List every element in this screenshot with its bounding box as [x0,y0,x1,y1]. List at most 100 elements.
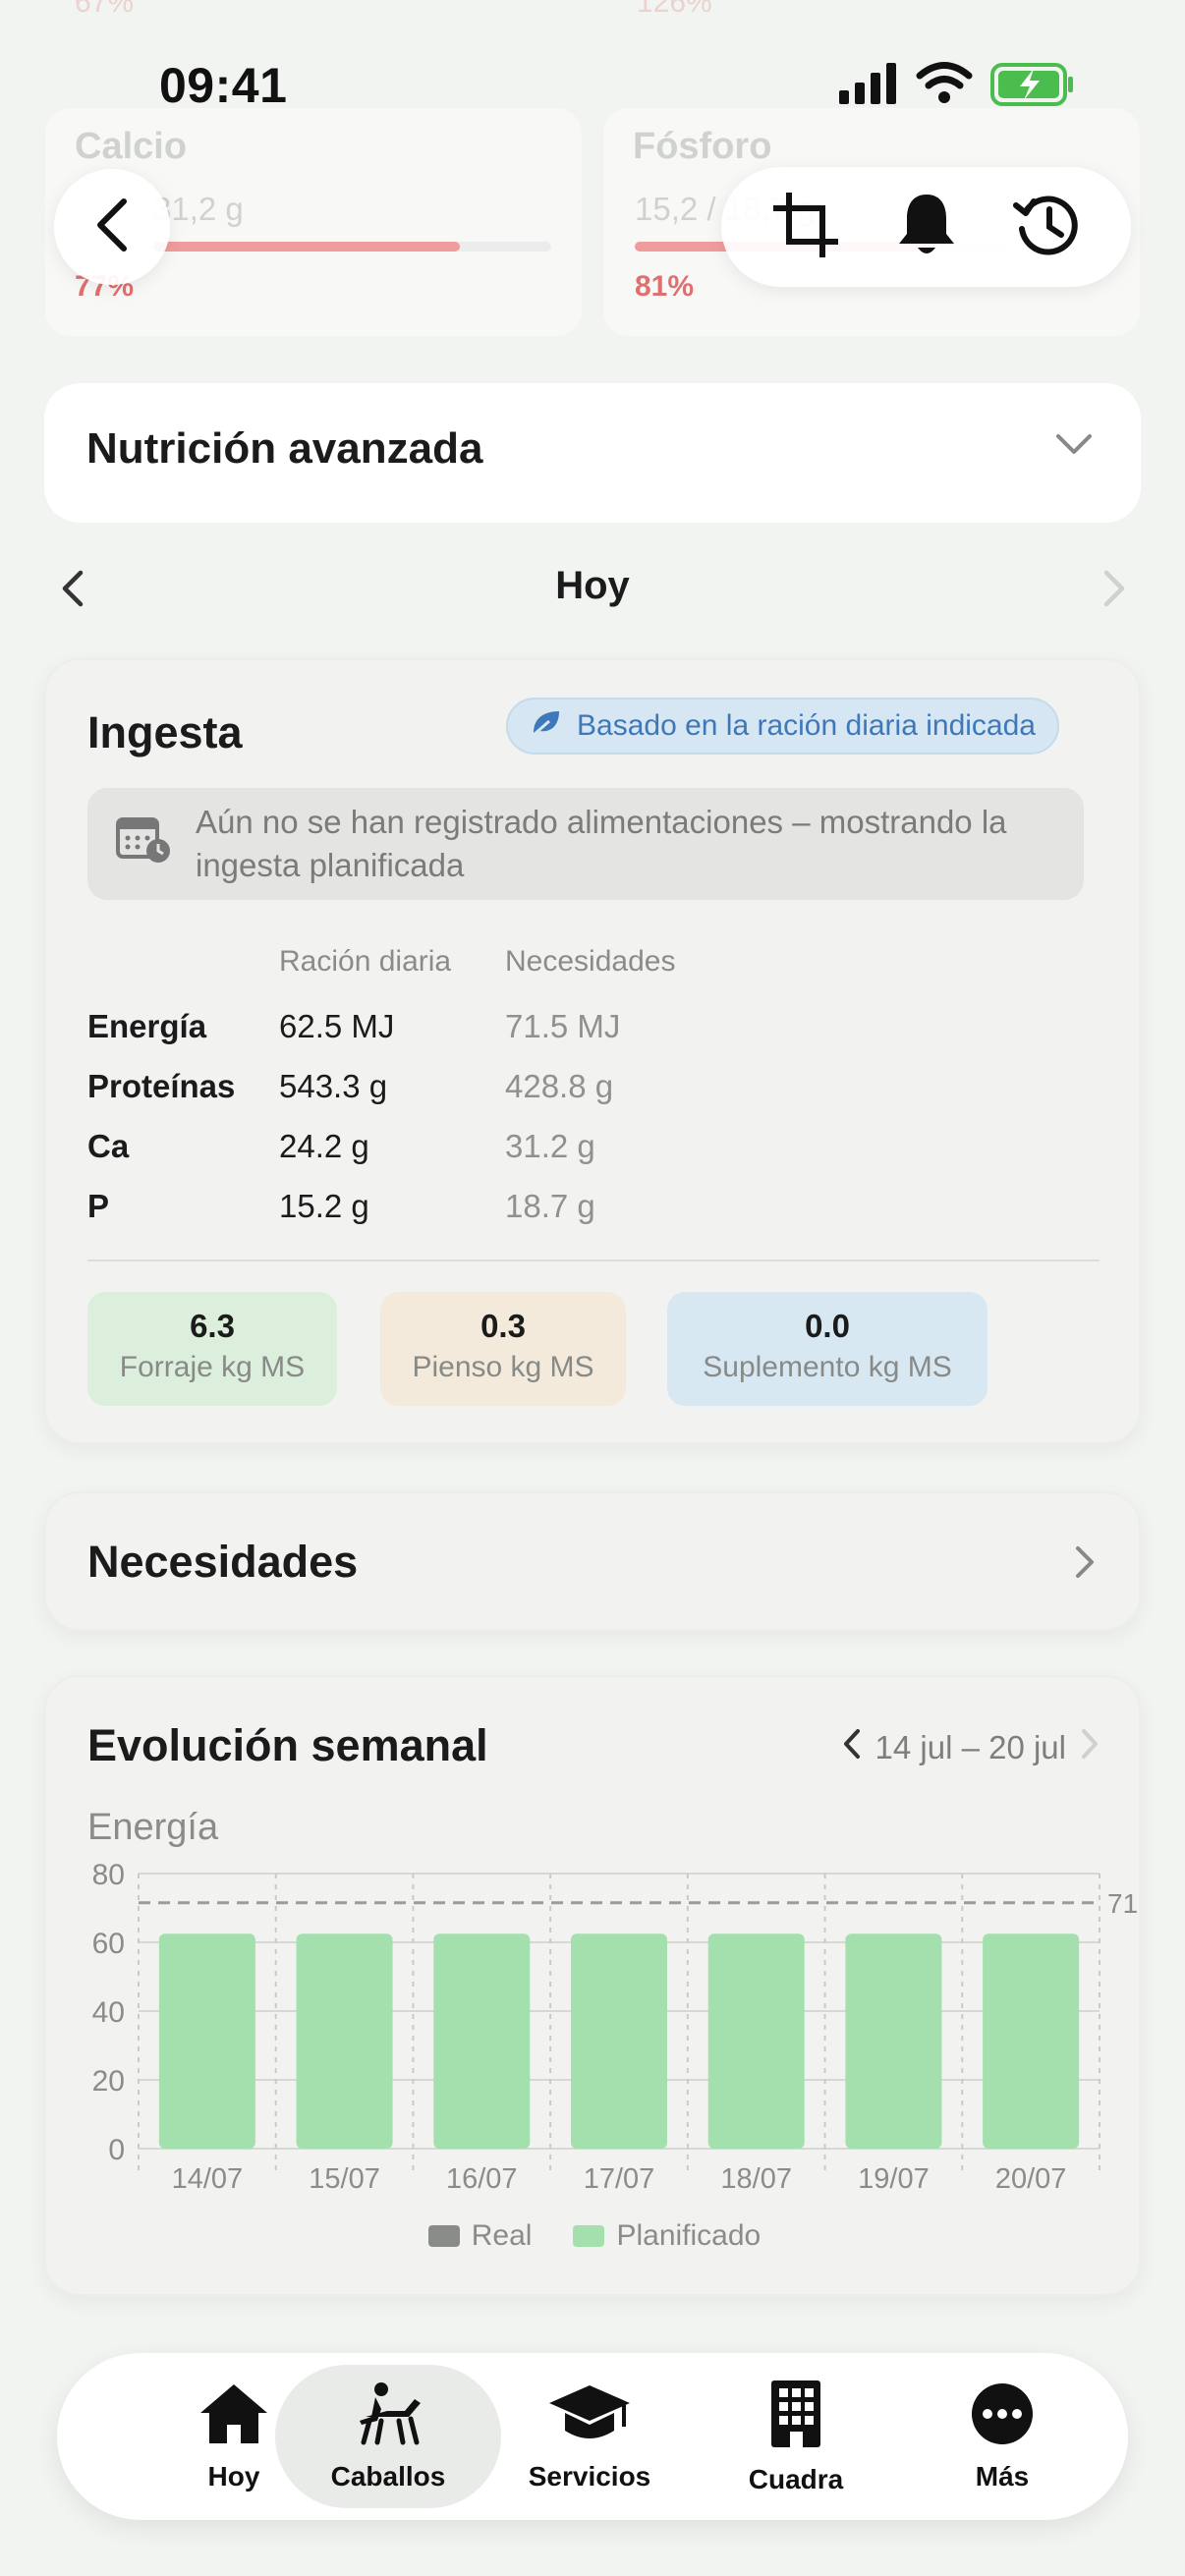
tab-cuadra[interactable]: Cuadra [698,2365,894,2508]
bar-planned [845,1933,942,2149]
row-ration: 543.3 g [279,1068,388,1104]
weekly-card: Evolución semanal 14 jul – 20 jul Energí… [44,1675,1141,2296]
needs-title: Necesidades [87,1537,359,1587]
bar-planned [296,1933,393,2149]
energy-chart: 0 20 40 60 80 14/07 15/07 16/07 17/07 18/07 19/07 2… [92,1859,1139,2195]
intake-title: Ingesta [87,707,243,757]
x-tick-label: 14/07 [172,2163,244,2195]
no-records-notice: Aún no se han registrado alimentaciones … [87,788,1084,900]
chevron-right-icon [1102,570,1126,611]
week-range: 14 jul – 20 jul [842,1728,1100,1767]
notifications-button[interactable] [884,185,969,269]
chevron-down-icon [1054,432,1094,463]
crop-button[interactable] [763,185,848,269]
advanced-nutrition-card[interactable]: Nutrición avanzada [44,383,1141,523]
bar-planned [707,1933,805,2149]
bar-planned [983,1933,1080,2149]
intake-card: Ingesta Basado en la ración diaria indic… [44,658,1141,1444]
chart-legend: Real Planificado [46,2219,1143,2253]
needs-card[interactable]: Necesidades [44,1491,1141,1631]
signal-icon [837,63,898,109]
mineral-name: Calcio [75,126,188,167]
more-icon [970,2381,1035,2451]
chip-label: Forraje kg MS [119,1351,306,1383]
chip-label: Pienso kg MS [412,1351,594,1383]
row-label: Energía [87,1008,207,1044]
x-tick-label: 18/07 [720,2163,792,2195]
legend-label: Real [471,2219,533,2252]
tab-caballos[interactable]: Caballos [275,2365,501,2508]
x-tick-label: 15/07 [309,2163,380,2195]
row-ration: 24.2 g [279,1128,369,1164]
battery-icon [990,63,1075,111]
row-ration: 62.5 MJ [279,1008,395,1044]
wifi-icon [916,61,973,109]
row-label: Proteínas [87,1068,236,1104]
legend-swatch [573,2225,605,2247]
feed-chip: 0.3 Pienso kg MS [380,1292,626,1406]
table-row: Ca 24.2 g 31.2 g [87,1117,874,1176]
building-icon [765,2379,826,2454]
chip-value: 0.0 [805,1308,850,1344]
legend-item: Real [427,2219,533,2253]
weekly-title: Evolución semanal [87,1720,488,1770]
next-day-button[interactable] [1102,570,1126,612]
forage-chip: 6.3 Forraje kg MS [87,1292,337,1406]
chart-title: Energía [87,1807,219,1848]
bar-planned [158,1933,255,2149]
horse-rider-icon [352,2381,424,2451]
row-label: P [87,1188,110,1224]
bar-planned [433,1933,531,2149]
ration-badge: Basado en la ración diaria indicada [506,698,1059,755]
mineral-percent: 81% [635,270,695,303]
column-header-needs: Necesidades [505,945,676,978]
tab-label: Caballos [330,2460,446,2492]
tab-label: Servicios [528,2460,651,2492]
table-row: P 15.2 g 18.7 g [87,1177,874,1236]
table-row: Energía 62.5 MJ 71.5 MJ [87,997,874,1056]
header-actions [721,167,1131,287]
tab-servicios[interactable]: Servicios [491,2365,688,2508]
chevron-right-icon [1074,1544,1096,1585]
chip-label: Suplemento kg MS [703,1351,952,1383]
week-range-label: 14 jul – 20 jul [875,1729,1066,1765]
calendar-clock-icon [115,813,172,875]
row-needs: 71.5 MJ [505,1008,621,1044]
tab-label: Cuadra [748,2463,844,2494]
legend-label: Planificado [616,2219,762,2252]
y-tick-label: 20 [92,2065,125,2098]
row-needs: 31.2 g [505,1128,595,1164]
ghost-percent-right: 126% [637,0,712,19]
day-title: Hoy [555,564,630,607]
mineral-name: Fósforo [633,126,772,167]
tab-label: Más [975,2460,1030,2492]
table-row: Proteínas 543.3 g 428.8 g [87,1057,874,1116]
row-ration: 15.2 g [279,1188,369,1224]
back-button[interactable] [54,169,170,285]
mineral-progress-bar [153,242,551,252]
legend-item: Planificado [573,2219,761,2253]
row-needs: 428.8 g [505,1068,614,1104]
next-week-button[interactable] [1080,1728,1100,1767]
tab-mas[interactable]: Más [904,2365,1100,2508]
chip-value: 6.3 [190,1308,235,1344]
row-needs: 18.7 g [505,1188,595,1224]
y-tick-label: 60 [92,1928,125,1960]
advanced-nutrition-title: Nutrición avanzada [86,424,483,473]
reference-line-label: 71 [1107,1888,1138,1919]
tab-label: Hoy [207,2460,260,2492]
ration-badge-label: Basado en la ración diaria indicada [577,709,1036,742]
legend-swatch [427,2225,460,2247]
status-time: 09:41 [159,58,288,113]
history-icon [1012,190,1083,265]
x-tick-label: 17/07 [584,2163,655,2195]
x-tick-label: 20/07 [995,2163,1067,2195]
row-label: Ca [87,1128,130,1164]
bar-planned [571,1933,667,2149]
y-tick-label: 0 [108,2134,125,2166]
previous-week-button[interactable] [842,1728,862,1767]
chip-value: 0.3 [480,1308,526,1344]
history-button[interactable] [1005,185,1090,269]
supplement-chip: 0.0 Suplemento kg MS [667,1292,988,1406]
mineral-progress-fill [153,242,460,252]
